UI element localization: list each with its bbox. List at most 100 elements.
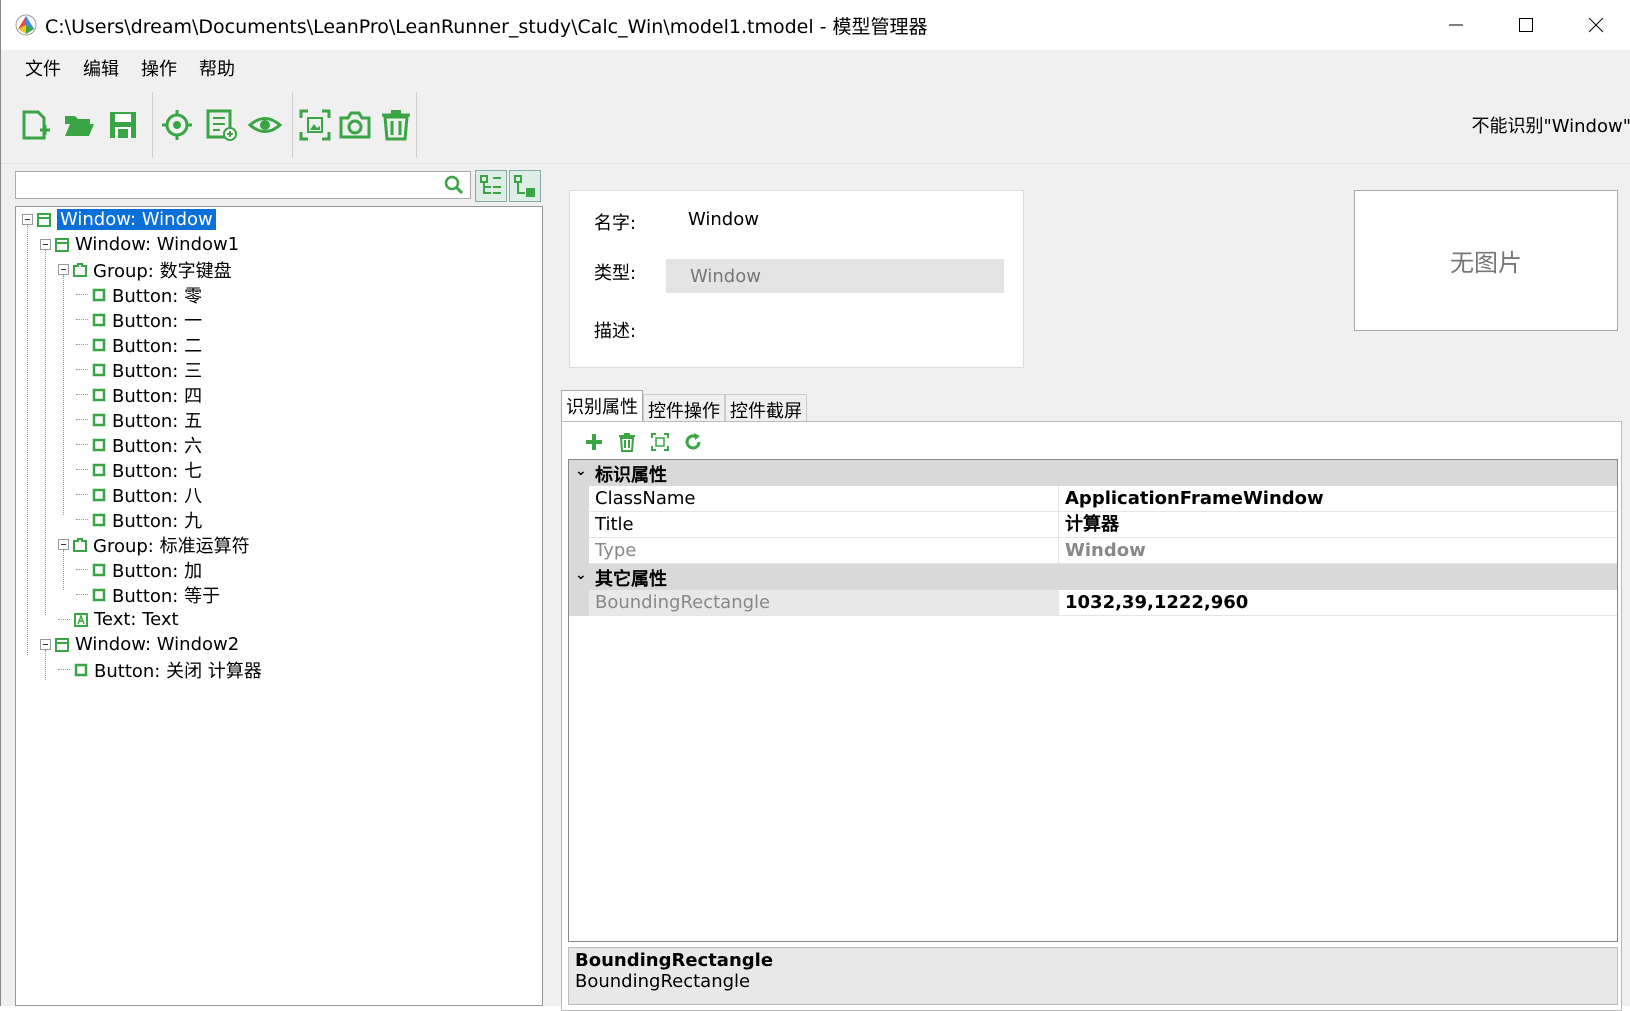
tree-item-label: Button: 一 (112, 310, 203, 332)
tree-item-window[interactable]: Window: Window (22, 207, 216, 232)
button-node-icon (74, 663, 88, 676)
tree-item-group-numpad[interactable]: Group: 数字键盘 (58, 257, 232, 282)
save-icon (110, 112, 136, 138)
tree-item-button[interactable]: Button: 四 (76, 382, 202, 407)
tree-item-label: Button: 六 (112, 435, 203, 457)
screenshot-icon (299, 109, 331, 141)
target-icon (162, 110, 192, 140)
tab-control-screenshot[interactable]: 控件截屏 (725, 394, 807, 422)
tab-control-operations[interactable]: 控件操作 (643, 394, 725, 422)
tree-item-button[interactable]: Button: 七 (76, 457, 202, 482)
toolbar-group-file (13, 92, 153, 158)
add-objects-button[interactable] (199, 103, 243, 147)
tree-item-button[interactable]: Button: 零 (76, 282, 202, 307)
tree-item-button[interactable]: Button: 等于 (76, 582, 220, 607)
chevron-down-icon[interactable]: ⌄ (575, 567, 587, 583)
category-label: 标识属性 (595, 465, 667, 486)
property-value[interactable]: 1032,39,1222,960 (1059, 590, 1617, 616)
tree-item-button[interactable]: Button: 六 (76, 432, 202, 457)
tree-item-group-operators[interactable]: Group: 标准运算符 (58, 532, 250, 557)
delete-button[interactable] (376, 103, 416, 147)
category-identify-properties[interactable]: ⌄ 标识属性 (569, 460, 1617, 486)
property-name: Type (569, 538, 1059, 564)
menu-bar: 文件 编辑 操作 帮助 (1, 50, 1630, 86)
tree-item-button-close[interactable]: Button: 关闭 计算器 (58, 657, 262, 682)
tree-item-label: Button: 九 (112, 510, 203, 532)
menu-help[interactable]: 帮助 (199, 55, 235, 81)
toolbar: 不能识别"Window" (1, 86, 1630, 164)
group-node-icon (73, 537, 87, 552)
delete-property-button[interactable] (613, 428, 641, 456)
capture-region-button[interactable] (295, 103, 335, 147)
property-row[interactable]: Title 计算器 (569, 512, 1617, 538)
tree-item-window1[interactable]: Window: Window1 (40, 232, 239, 257)
save-model-button[interactable] (101, 103, 145, 147)
property-row[interactable]: ClassName ApplicationFrameWindow (569, 486, 1617, 512)
description-field[interactable] (666, 309, 1004, 343)
button-node-icon (92, 363, 106, 376)
button-node-icon (92, 463, 106, 476)
highlight-button[interactable] (243, 103, 287, 147)
text-node-icon (74, 612, 88, 627)
property-value[interactable]: 计算器 (1059, 512, 1617, 538)
tree-item-label: Window: Window1 (75, 234, 240, 255)
property-tabs: 识别属性 控件操作 控件截屏 (561, 390, 807, 422)
category-other-properties[interactable]: ⌄ 其它属性 (569, 564, 1617, 590)
tree-item-label: Window: Window2 (75, 634, 240, 655)
trash-icon (381, 110, 410, 141)
tree-item-label: Group: 数字键盘 (93, 260, 232, 282)
tree-item-window2[interactable]: Window: Window2 (40, 632, 239, 657)
name-value[interactable]: Window (688, 209, 759, 230)
object-tree[interactable]: Window: Window Window: Window1 Group: 数字… (15, 206, 543, 1006)
collapse-all-button[interactable] (509, 170, 541, 202)
window-node-icon (55, 237, 69, 252)
new-model-button[interactable] (13, 103, 57, 147)
property-name: Title (569, 512, 1059, 538)
button-node-icon (92, 288, 106, 301)
locate-button[interactable] (155, 103, 199, 147)
name-label: 名字: (594, 213, 637, 234)
refresh-property-button[interactable] (679, 428, 707, 456)
tab-recognition-properties[interactable]: 识别属性 (561, 390, 643, 422)
button-node-icon (92, 338, 106, 351)
search-input[interactable] (15, 171, 471, 199)
add-property-button[interactable] (580, 428, 608, 456)
toolbar-group-capture (295, 92, 417, 158)
property-row[interactable]: BoundingRectangle 1032,39,1222,960 (569, 590, 1617, 616)
menu-operate[interactable]: 操作 (141, 55, 177, 81)
window-node-icon (37, 212, 51, 227)
group-node-icon (73, 262, 87, 277)
toolbar-group-object (155, 92, 293, 158)
tree-item-label: Button: 零 (112, 285, 203, 307)
tree-item-button[interactable]: Button: 一 (76, 307, 202, 332)
tree-item-button[interactable]: Button: 加 (76, 557, 202, 582)
eye-icon (248, 117, 282, 133)
open-model-button[interactable] (57, 103, 101, 147)
tree-item-button[interactable]: Button: 八 (76, 482, 202, 507)
tree-item-button[interactable]: Button: 九 (76, 507, 202, 532)
search-icon[interactable] (444, 175, 464, 195)
tree-item-label: Button: 七 (112, 460, 203, 482)
capture-property-button[interactable] (646, 428, 674, 456)
tree-item-text[interactable]: Text: Text (58, 607, 179, 632)
tree-item-label: Text: Text (94, 609, 179, 630)
description-label: 描述: (594, 321, 637, 342)
minimize-button[interactable] (1421, 0, 1491, 50)
property-row[interactable]: Type Window (569, 538, 1617, 564)
tree-item-button[interactable]: Button: 二 (76, 332, 202, 357)
folder-open-icon (65, 116, 94, 136)
tree-item-label: Button: 四 (112, 385, 203, 407)
button-node-icon (92, 488, 106, 501)
tree-item-button[interactable]: Button: 三 (76, 357, 202, 382)
chevron-down-icon[interactable]: ⌄ (575, 463, 587, 479)
expand-all-button[interactable] (475, 170, 507, 202)
close-button[interactable] (1561, 0, 1630, 50)
tree-item-button[interactable]: Button: 五 (76, 407, 202, 432)
snapshot-button[interactable] (335, 103, 375, 147)
tree-item-label: Button: 关闭 计算器 (94, 660, 262, 682)
maximize-button[interactable] (1491, 0, 1561, 50)
property-value[interactable]: ApplicationFrameWindow (1059, 486, 1617, 512)
menu-edit[interactable]: 编辑 (83, 55, 119, 81)
screenshot-icon (651, 433, 669, 451)
menu-file[interactable]: 文件 (25, 55, 61, 81)
